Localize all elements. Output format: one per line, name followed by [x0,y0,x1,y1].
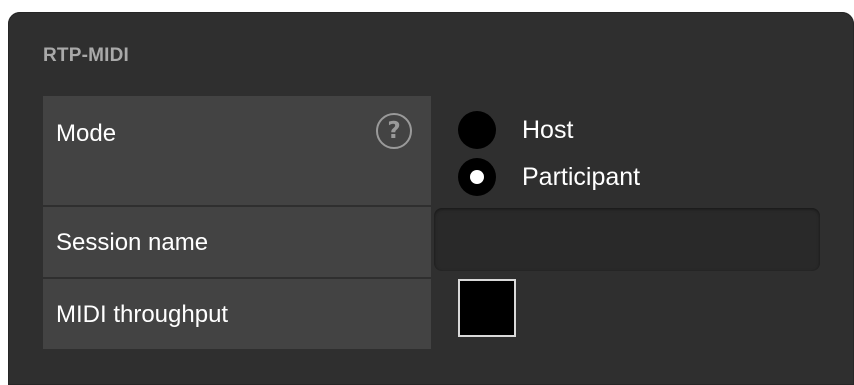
participant-radio-label[interactable]: Participant [522,163,640,192]
midi-throughput-label-cell: MIDI throughput [43,279,431,349]
mode-label-cell: Mode ? [43,96,431,205]
participant-radio[interactable] [458,158,496,196]
panel-title: RTP-MIDI [43,45,130,66]
midi-throughput-label: MIDI throughput [56,301,229,328]
host-radio-label[interactable]: Host [522,116,573,145]
mode-option-participant[interactable]: Participant [458,157,640,197]
host-radio[interactable] [458,111,496,149]
mode-option-host[interactable]: Host [458,110,573,150]
midi-throughput-checkbox[interactable] [458,279,516,337]
session-name-label-cell: Session name [43,207,431,277]
rtp-midi-panel: RTP-MIDI Mode ? Host Participant Session… [8,12,854,385]
session-name-input[interactable] [434,208,820,271]
session-name-label: Session name [56,229,209,256]
mode-label: Mode [56,120,117,147]
help-icon[interactable]: ? [376,113,412,149]
